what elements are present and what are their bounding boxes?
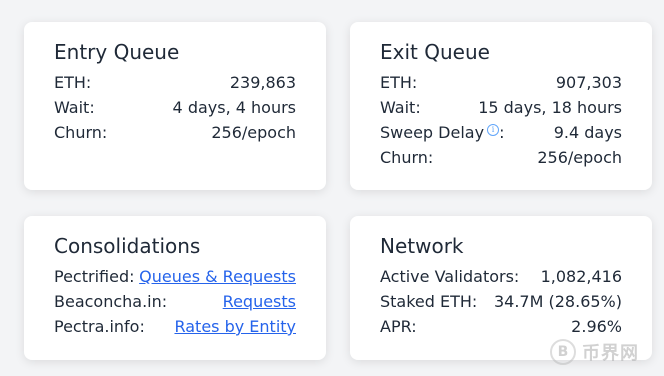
stat-label: ETH:	[54, 73, 92, 92]
requests-link[interactable]: Requests	[223, 289, 296, 314]
card-title: Entry Queue	[54, 40, 180, 64]
card-title: Consolidations	[54, 234, 201, 258]
card-title: Network	[380, 234, 464, 258]
stat-label: Churn:	[380, 148, 434, 167]
exit-queue-card: Exit Queue ETH: 907,303 Wait: 15 days, 1…	[350, 22, 652, 190]
stat-value: 4 days, 4 hours	[172, 98, 296, 117]
stat-label: Wait:	[380, 98, 421, 117]
queues-requests-link[interactable]: Queues & Requests	[139, 264, 296, 289]
stat-label: Churn:	[54, 123, 108, 142]
link-row: Pectrified: Queues & Requests	[54, 264, 296, 289]
consolidations-card: Consolidations Pectrified: Queues & Requ…	[24, 216, 326, 360]
source-label: Beaconcha.in:	[54, 292, 168, 311]
source-label: Pectrified:	[54, 267, 135, 286]
stat-value: 1,082,416	[540, 267, 622, 286]
stat-row: Staked ETH: 34.7M (28.65%)	[380, 289, 622, 314]
link-row: Beaconcha.in: Requests	[54, 289, 296, 314]
stat-row: Churn: 256/epoch	[54, 120, 296, 145]
stat-label: Wait:	[54, 98, 95, 117]
stat-row: Wait: 15 days, 18 hours	[380, 95, 622, 120]
stat-row: Wait: 4 days, 4 hours	[54, 95, 296, 120]
stat-value: 907,303	[555, 73, 622, 92]
sweep-delay-label: Sweep Delay	[380, 123, 485, 142]
label-colon: :	[499, 123, 505, 142]
stat-value: 239,863	[229, 73, 296, 92]
stat-row: ETH: 907,303	[380, 70, 622, 95]
stat-label: ETH:	[380, 73, 418, 92]
info-icon[interactable]: i	[487, 123, 500, 136]
stat-value: 256/epoch	[211, 123, 296, 142]
watermark-logo-icon: B	[550, 339, 576, 365]
stat-row: ETH: 239,863	[54, 70, 296, 95]
stat-row: Sweep Delay i: 9.4 days	[380, 120, 622, 145]
rates-by-entity-link[interactable]: Rates by Entity	[174, 314, 296, 339]
card-title: Exit Queue	[380, 40, 490, 64]
stat-label: APR:	[380, 317, 417, 336]
stat-row: Active Validators: 1,082,416	[380, 264, 622, 289]
stat-label: Active Validators:	[380, 267, 520, 286]
watermark: B 币界网	[550, 334, 660, 370]
stat-value: 15 days, 18 hours	[478, 98, 622, 117]
stat-value: 9.4 days	[553, 123, 622, 142]
stat-value: 34.7M (28.65%)	[493, 292, 622, 311]
stat-label: Staked ETH:	[380, 292, 478, 311]
stat-label: Sweep Delay i:	[380, 120, 504, 145]
link-row: Pectra.info: Rates by Entity	[54, 314, 296, 339]
entry-queue-card: Entry Queue ETH: 239,863 Wait: 4 days, 4…	[24, 22, 326, 190]
source-label: Pectra.info:	[54, 317, 145, 336]
stat-row: Churn: 256/epoch	[380, 145, 622, 170]
watermark-text: 币界网	[582, 343, 639, 364]
stat-value: 256/epoch	[537, 148, 622, 167]
